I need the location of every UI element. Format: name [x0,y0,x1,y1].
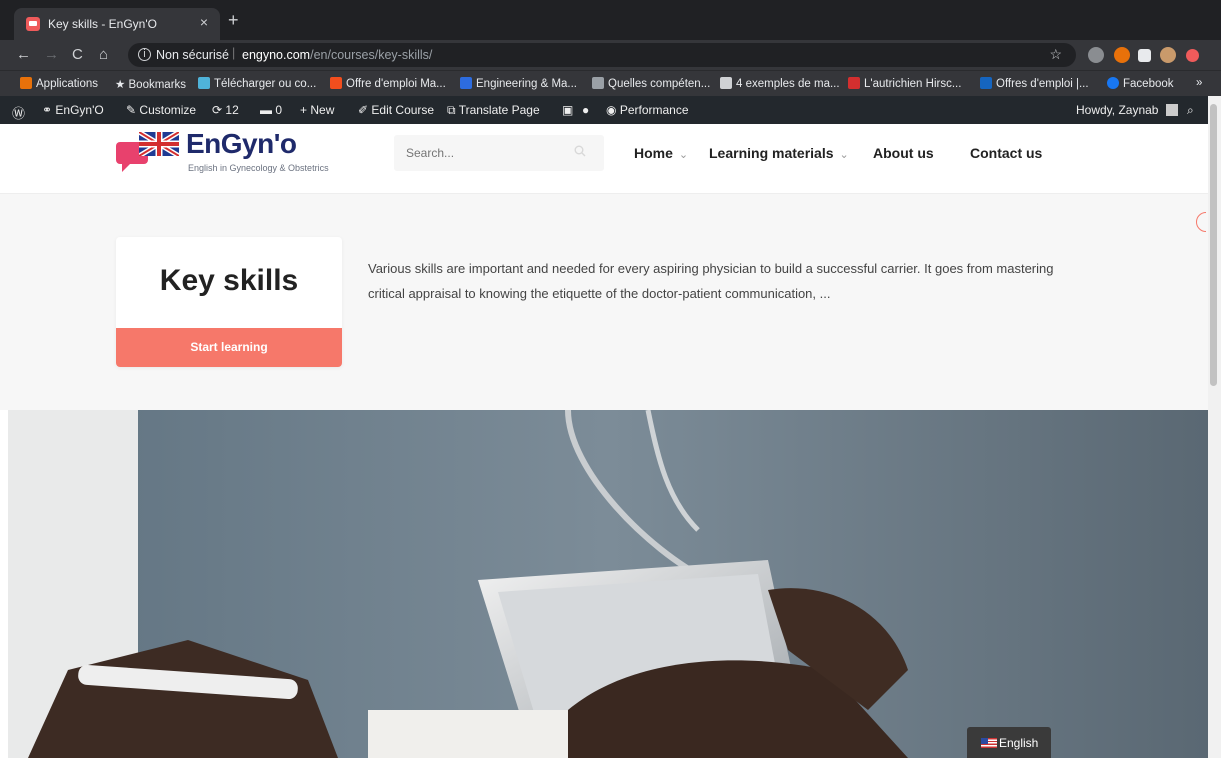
address-bar: ← → C ⌂ i Non sécurisé | engyno.com/en/c… [0,40,1221,70]
wp-admin-bar: Ⓦ ⚭ EnGyn'O ✎ Customize ⟳ 12 ▬ 0 + New ✐… [0,96,1221,124]
wp-edit-course[interactable]: ✐ Edit Course [358,103,434,117]
bookmark-offres-emploi[interactable]: Offres d'emploi |... [980,77,1089,90]
bookmark-exemples[interactable]: 4 exemples de ma... [720,77,840,90]
wp-search-icon[interactable]: ⌕ [1187,103,1194,118]
language-switcher[interactable]: English [967,727,1051,758]
course-hero: Key skills Start learning Various skills… [0,194,1208,410]
browser-tab-bar: Key skills - EnGyn'O × + [0,0,1221,40]
tab-title: Key skills - EnGyn'O [48,17,157,31]
new-tab-button[interactable]: + [228,10,239,31]
bookmark-favicon-icon [330,77,342,89]
wp-customize[interactable]: ✎ Customize [126,103,196,117]
puzzle-extensions-icon[interactable] [1138,49,1151,62]
status-dot-icon: ● [582,103,590,117]
separator: | [232,46,236,60]
tab-close-icon[interactable]: × [200,14,208,30]
site-header: EnGyn'o English in Gynecology & Obstetri… [0,124,1208,194]
bookmark-favicon-icon [592,77,604,89]
bookmarks-bar: Applications ★ Bookmarks Télécharger ou … [0,70,1221,96]
back-icon[interactable]: ← [16,46,31,63]
url-text: engyno.com/en/courses/key-skills/ [242,48,433,62]
wp-performance[interactable]: ◉ Performance [606,103,689,117]
brush-icon: ✎ [126,103,137,117]
user-avatar-icon [1165,104,1178,116]
url-field[interactable]: i Non sécurisé | engyno.com/en/courses/k… [128,43,1076,67]
nav-about-us[interactable]: About us [873,145,934,161]
bookmark-quelles[interactable]: Quelles compéten... [592,77,710,90]
wordpress-logo-icon[interactable]: Ⓦ [12,103,25,122]
bookmark-favicon-icon [980,77,992,89]
language-label: English [999,736,1039,750]
doctor-tablet-photo [8,410,1208,758]
profile-avatar-icon[interactable] [1160,47,1176,63]
chevron-down-icon: ⌄ [678,149,689,161]
site-favicon-icon [26,17,40,31]
plus-icon: + [300,103,308,117]
nav-contact-us[interactable]: Contact us [970,145,1042,161]
bookmark-facebook[interactable]: Facebook [1107,77,1174,90]
apps-grid-icon [20,77,32,89]
star-icon: ★ [115,79,129,91]
start-learning-button[interactable]: Start learning [116,328,342,367]
extension-icon[interactable] [1088,47,1104,63]
wp-updates[interactable]: ⟳ 12 [212,103,239,117]
forward-icon[interactable]: → [44,46,59,63]
bookmark-telecharger[interactable]: Télécharger ou co... [198,77,316,90]
translate-icon: ⧉ [447,103,456,117]
wp-comments[interactable]: ▬ 0 [260,103,282,117]
chevron-down-icon: ⌄ [839,149,849,161]
bookmarks-overflow-button[interactable]: » [1196,77,1202,89]
home-icon[interactable]: ⌂ [99,46,108,63]
bookmark-favicon-icon [720,77,732,89]
nav-home[interactable]: Home ⌄ [634,145,688,161]
refresh-icon: ⟳ [212,103,223,117]
wp-translate-page[interactable]: ⧉ Translate Page [447,103,540,118]
bookmark-engineering[interactable]: Engineering & Ma... [460,77,577,90]
pencil-icon: ✐ [358,103,369,117]
bookmark-bookmarks[interactable]: ★ Bookmarks [115,77,186,91]
course-title: Key skills [159,264,299,297]
bookmark-star-icon[interactable]: ☆ [1049,46,1062,63]
scrollbar-thumb[interactable] [1210,104,1217,386]
wp-new[interactable]: + New [300,103,334,117]
security-label: Non sécurisé [156,48,229,62]
bookmark-favicon-icon [198,77,210,89]
reload-icon[interactable]: C [72,46,83,63]
nav-learning-materials[interactable]: Learning materials ⌄ [709,145,849,161]
bookmark-autrichien[interactable]: L'autrichien Hirsc... [848,77,961,90]
comment-icon: ▬ [260,103,272,117]
us-flag-icon [981,738,997,748]
bookmark-favicon-icon [460,77,472,89]
extension-badge-icon[interactable] [1114,47,1130,63]
search-icon[interactable] [574,145,586,157]
bookmark-favicon-icon [848,77,860,89]
extension-record-icon[interactable] [1186,49,1199,62]
course-cover-image [8,410,1208,758]
bookmark-offre-emploi[interactable]: Offre d'emploi Ma... [330,77,446,90]
wp-account-menu[interactable]: Howdy, Zaynab [1076,103,1178,117]
wp-site-menu[interactable]: ⚭ EnGyn'O [42,103,104,117]
site-logo[interactable]: EnGyn'o [186,128,297,160]
performance-icon: ◉ [606,103,617,117]
site-tagline: English in Gynecology & Obstetrics [188,163,329,173]
bookmark-applications[interactable]: Applications [20,77,98,90]
course-description: Various skills are important and needed … [368,261,1054,301]
uk-flag-icon[interactable] [139,132,179,156]
browser-tab[interactable]: Key skills - EnGyn'O × [14,8,220,40]
yoast-icon[interactable]: ▣ [562,103,573,117]
facebook-icon [1107,77,1119,89]
site-search-input[interactable] [394,135,604,171]
info-icon[interactable]: i [138,48,151,61]
